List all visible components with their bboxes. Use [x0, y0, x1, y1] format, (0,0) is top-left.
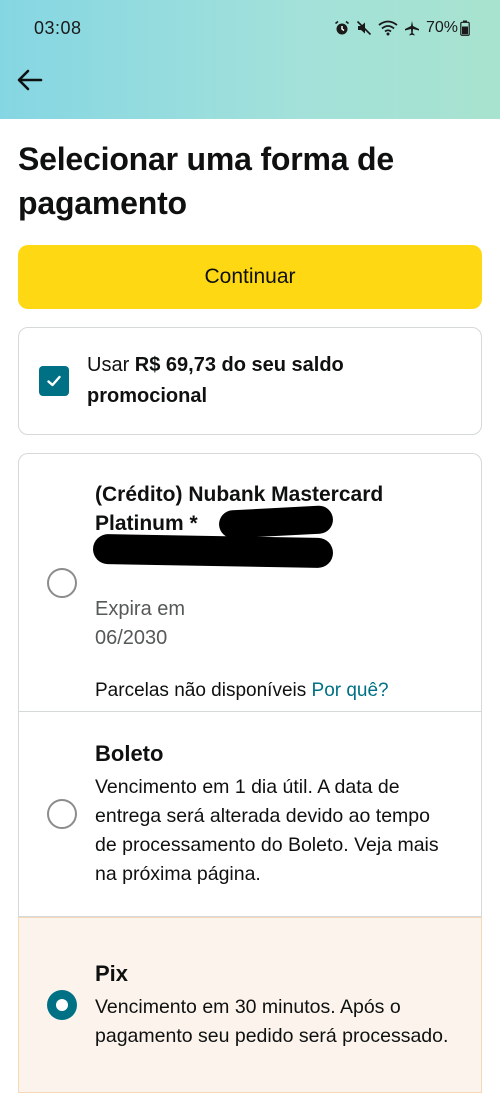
- radio-boleto[interactable]: [47, 799, 77, 829]
- installments-text: Parcelas não disponíveis: [95, 680, 312, 701]
- card-expiry-date: 06/2030: [95, 627, 168, 649]
- wifi-icon: [378, 20, 398, 36]
- pix-description: Vencimento em 30 minutos. Após o pagamen…: [95, 996, 449, 1047]
- payment-option-pix[interactable]: Pix Vencimento em 30 minutos. Após o pag…: [18, 917, 482, 1093]
- radio-pix[interactable]: [47, 990, 77, 1020]
- page-title: Selecionar uma forma de pagamento: [18, 141, 394, 221]
- continue-button[interactable]: Continuar: [18, 245, 482, 309]
- balance-prefix: Usar: [87, 354, 135, 376]
- why-link[interactable]: Por quê?: [312, 680, 389, 701]
- boleto-details: Boleto Vencimento em 1 dia útil. A data …: [95, 739, 475, 889]
- redaction-mark: [92, 533, 334, 569]
- checkmark-icon: [47, 375, 61, 387]
- installments-info: Parcelas não disponíveis Por quê?: [95, 677, 461, 705]
- radio-credit-card[interactable]: [47, 568, 77, 598]
- arrow-left-icon: [17, 69, 43, 91]
- boleto-description: Vencimento em 1 dia útil. A data de entr…: [95, 776, 439, 885]
- balance-checkbox[interactable]: [39, 366, 69, 396]
- redaction-mark: [218, 505, 334, 539]
- boleto-title: Boleto: [95, 741, 164, 766]
- payment-method-list: (Crédito) Nubank Mastercard Platinum * E…: [18, 453, 482, 1093]
- payment-option-credit-card[interactable]: (Crédito) Nubank Mastercard Platinum * E…: [19, 454, 481, 712]
- battery: 70%: [426, 19, 470, 37]
- header: 03:08 70%: [0, 0, 500, 119]
- status-time: 03:08: [34, 17, 82, 38]
- card-expiry-label: Expira em: [95, 598, 186, 620]
- promotional-balance-option[interactable]: Usar R$ 69,73 do seu saldo promocional: [18, 327, 482, 435]
- battery-percent: 70%: [425, 19, 458, 36]
- mute-icon: [356, 20, 372, 36]
- status-bar: 03:08 70%: [0, 0, 500, 56]
- main-content: Selecionar uma forma de pagamento Contin…: [0, 137, 500, 1111]
- airplane-icon: [404, 21, 419, 36]
- pix-title: Pix: [95, 961, 129, 986]
- battery-icon: [460, 20, 470, 36]
- pix-details: Pix Vencimento em 30 minutos. Após o pag…: [95, 959, 475, 1051]
- back-button[interactable]: [14, 62, 46, 98]
- balance-label: Usar R$ 69,73 do seu saldo promocional: [87, 350, 461, 412]
- alarm-icon: [334, 20, 349, 35]
- payment-option-boleto[interactable]: Boleto Vencimento em 1 dia útil. A data …: [19, 712, 481, 917]
- status-icons: 70%: [334, 19, 470, 37]
